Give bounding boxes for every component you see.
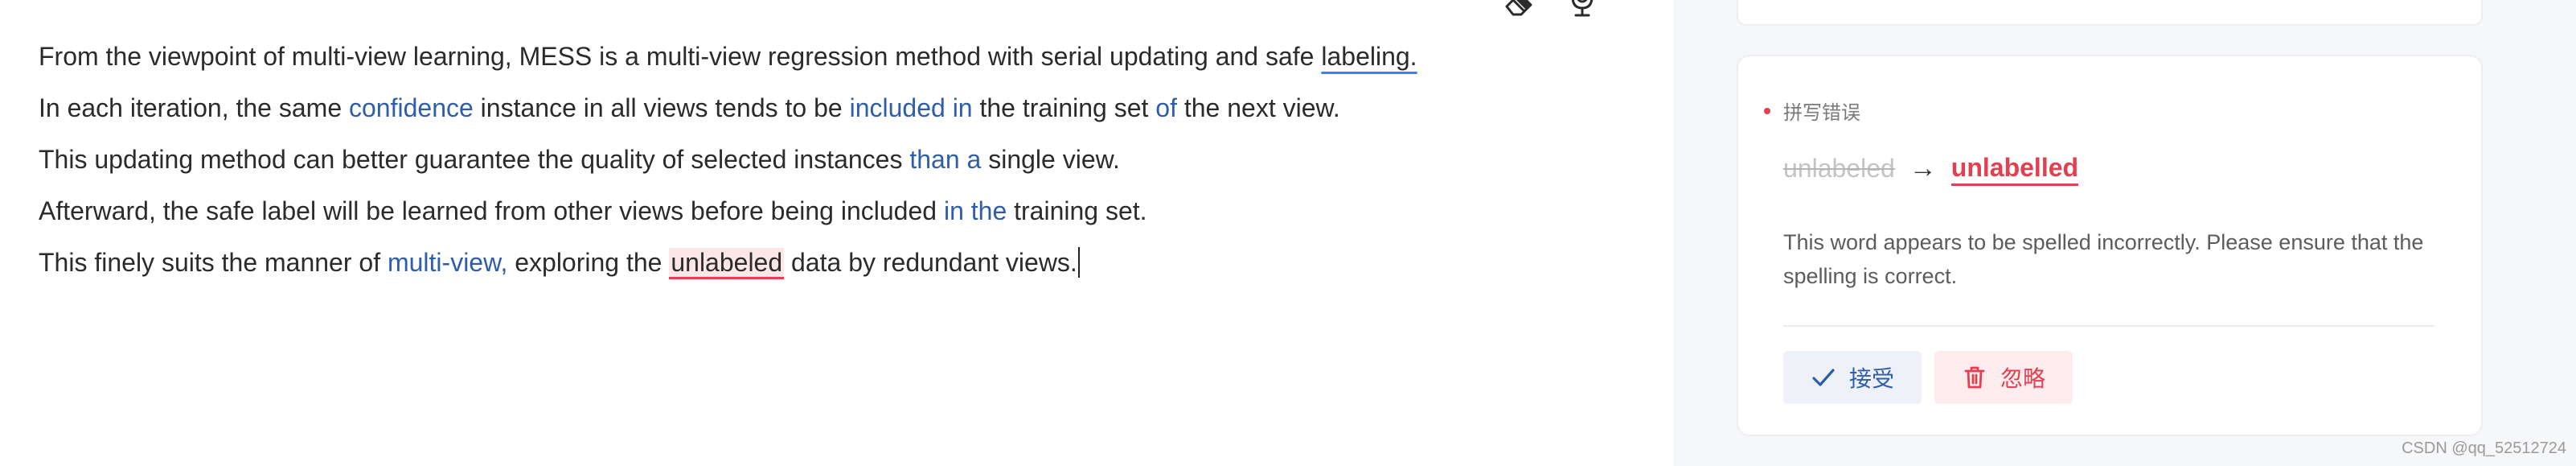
highlighted-phrase[interactable]: of	[1155, 93, 1177, 122]
text-segment: exploring the	[507, 248, 670, 277]
trash-icon	[1964, 366, 1985, 389]
suggestion-description: This word appears to be spelled incorrec…	[1783, 230, 2424, 288]
text-segment: From the viewpoint of multi-view learnin…	[39, 42, 1322, 71]
text-caret	[1077, 247, 1080, 278]
highlighted-phrase[interactable]: in the	[944, 196, 1007, 225]
spelling-error-word[interactable]: unlabeled	[669, 248, 785, 279]
suggestion-card[interactable]: 拼写错误 unlabeled → unlabelled This word ap…	[1737, 55, 2483, 436]
text-segment: single view.	[981, 145, 1120, 174]
floating-toolbar	[1502, 0, 1600, 18]
watermark: CSDN @qq_52512724	[2402, 439, 2566, 457]
category-dot-icon	[1764, 107, 1770, 114]
suggestion-category: 拼写错误	[1764, 97, 1860, 125]
suggested-word[interactable]: unlabelled	[1950, 151, 2079, 186]
highlighted-phrase[interactable]: confidence	[349, 93, 474, 122]
check-icon	[1812, 369, 1835, 386]
text-segment: In each iteration, the same	[39, 93, 349, 122]
text-segment: data by redundant views.	[784, 248, 1077, 277]
highlighted-phrase[interactable]: multi-view,	[388, 248, 507, 277]
document-editor[interactable]: From the viewpoint of multi-view learnin…	[0, 0, 1674, 466]
text-segment: instance in all views tends to be	[473, 93, 850, 122]
category-label: 拼写错误	[1783, 102, 1860, 124]
text-segment: This finely suits the manner of	[39, 248, 388, 277]
text-line: In each iteration, the same confidence i…	[39, 82, 1631, 134]
arrow-right-icon: →	[1909, 153, 1937, 184]
correction-row: unlabeled → unlabelled	[1783, 151, 2079, 186]
text-segment: Afterward, the safe label will be learne…	[39, 196, 944, 225]
highlighted-phrase[interactable]: included in	[850, 93, 973, 122]
ignore-button[interactable]: 忽略	[1934, 351, 2073, 404]
highlighted-phrase[interactable]: than a	[909, 145, 981, 174]
text-segment: the next view.	[1176, 93, 1340, 122]
flagged-word-labeling[interactable]: labeling.	[1321, 42, 1417, 71]
text-line: This finely suits the manner of multi-vi…	[39, 237, 1631, 288]
document-text[interactable]: From the viewpoint of multi-view learnin…	[39, 31, 1631, 288]
text-segment: training set.	[1007, 196, 1147, 225]
divider	[1783, 325, 2434, 327]
eraser-icon[interactable]	[1502, 0, 1537, 18]
original-word: unlabeled	[1783, 154, 1895, 183]
text-line: Afterward, the safe label will be learne…	[39, 185, 1631, 237]
microphone-icon[interactable]	[1565, 0, 1600, 18]
ignore-label: 忽略	[2000, 366, 2045, 391]
text-line: This updating method can better guarante…	[39, 134, 1631, 185]
text-line: From the viewpoint of multi-view learnin…	[39, 31, 1631, 82]
text-segment: This updating method can better guarante…	[39, 145, 910, 174]
previous-suggestion-card[interactable]	[1737, 0, 2483, 26]
accept-label: 接受	[1848, 366, 1894, 391]
accept-button[interactable]: 接受	[1783, 351, 1922, 404]
text-segment: the training set	[972, 93, 1156, 122]
